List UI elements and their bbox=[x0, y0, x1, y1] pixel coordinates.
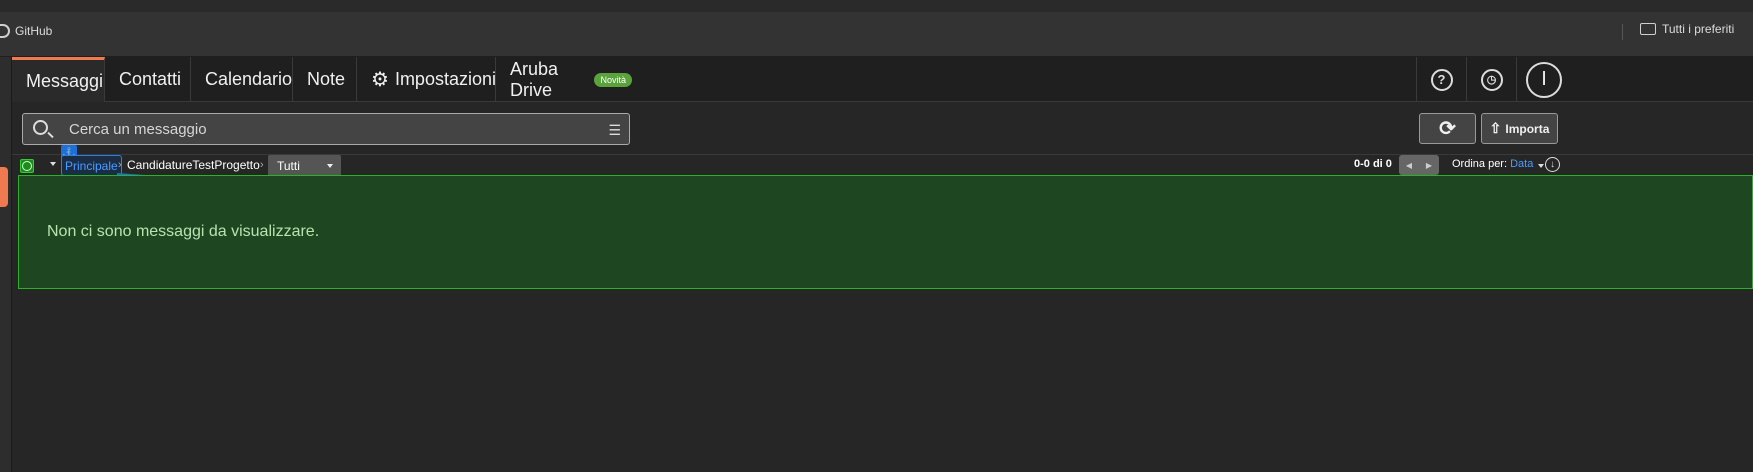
empty-state: Non ci sono messaggi da visualizzare. bbox=[18, 175, 1753, 289]
tab-impostazioni-label: Impostazioni bbox=[394, 69, 496, 89]
history-icon: ◷ bbox=[1480, 68, 1503, 91]
search-box[interactable]: ☰ bbox=[22, 113, 630, 145]
tab-messaggi[interactable]: Messaggi bbox=[12, 57, 105, 102]
chevron-right-icon: › bbox=[118, 159, 122, 171]
address-bar-strip bbox=[0, 0, 1753, 12]
message-counter: 0-0 di 0 bbox=[1354, 158, 1392, 170]
advanced-search-icon[interactable]: ☰ bbox=[608, 122, 621, 139]
empty-message: Non ci sono messaggi da visualizzare. bbox=[47, 223, 320, 240]
prev-page-icon[interactable]: ◀ bbox=[1406, 161, 1412, 170]
search-input[interactable] bbox=[69, 114, 589, 144]
sort-control[interactable]: Ordina per: Data bbox=[1452, 158, 1533, 170]
help-icon: ? bbox=[1430, 68, 1453, 91]
sort-label: Ordina per: bbox=[1452, 158, 1508, 170]
left-rail bbox=[0, 57, 12, 472]
chevron-right-icon: › bbox=[260, 159, 264, 171]
pager: ◀ ▶ bbox=[1399, 155, 1439, 175]
top-navigation: Messaggi Contatti Calendario Note ⚙ Impo… bbox=[12, 57, 1753, 102]
refresh-icon: ⟳ bbox=[1439, 118, 1456, 140]
tab-aruba-drive-label: Aruba Drive bbox=[510, 58, 559, 100]
next-page-icon[interactable]: ▶ bbox=[1426, 161, 1432, 170]
filter-select-value: Tutti bbox=[277, 158, 300, 173]
upload-icon: ⇧ bbox=[1489, 120, 1502, 136]
filter-select[interactable]: Tutti bbox=[268, 155, 341, 176]
bookmark-all-favorites[interactable]: Tutti i preferiti bbox=[1640, 22, 1734, 36]
rail-active-indicator[interactable] bbox=[0, 167, 8, 207]
tab-contatti[interactable]: Contatti bbox=[105, 57, 191, 102]
bookmarks-separator bbox=[1622, 24, 1623, 40]
sort-value[interactable]: Data bbox=[1510, 158, 1533, 170]
target-icon bbox=[20, 159, 34, 173]
toolbar: ☰ ⚓ ⟳ ⇧ Importa bbox=[12, 102, 1753, 161]
tab-calendario[interactable]: Calendario bbox=[191, 57, 293, 102]
tab-calendario-label: Calendario bbox=[205, 69, 293, 89]
tab-aruba-drive[interactable]: Aruba Drive Novità bbox=[496, 57, 646, 102]
help-button[interactable]: ? bbox=[1416, 57, 1466, 102]
sort-direction-icon[interactable]: ↓ bbox=[1545, 157, 1560, 172]
bookmark-github[interactable]: GitHub bbox=[0, 24, 52, 38]
bookmark-favorites-label: Tutti i preferiti bbox=[1662, 22, 1735, 36]
bookmarks-bar: GitHub Tutti i preferiti bbox=[0, 0, 1753, 57]
import-label: Importa bbox=[1505, 121, 1550, 136]
avatar: I bbox=[1526, 61, 1562, 98]
breadcrumb-folder[interactable]: CandidatureTestProgetto bbox=[127, 158, 260, 172]
import-button[interactable]: ⇧ Importa bbox=[1481, 113, 1558, 144]
chevron-down-icon[interactable] bbox=[1538, 164, 1544, 168]
breadcrumb-root[interactable]: Principale bbox=[61, 155, 122, 176]
tab-contatti-label: Contatti bbox=[119, 69, 182, 89]
refresh-button[interactable]: ⟳ bbox=[1419, 113, 1476, 144]
tab-note[interactable]: Note bbox=[293, 57, 357, 102]
mail-app: Messaggi Contatti Calendario Note ⚙ Impo… bbox=[12, 57, 1753, 472]
folder-icon bbox=[1640, 23, 1656, 35]
new-badge: Novità bbox=[594, 72, 632, 87]
github-icon bbox=[0, 24, 10, 38]
breadcrumb: Principale › CandidatureTestProgetto › T… bbox=[12, 155, 1753, 177]
bookmark-github-label: GitHub bbox=[15, 24, 53, 38]
tab-messaggi-label: Messaggi bbox=[26, 70, 104, 91]
gear-icon: ⚙ bbox=[371, 69, 389, 91]
tab-impostazioni[interactable]: ⚙ Impostazioni bbox=[357, 57, 496, 102]
history-button[interactable]: ◷ bbox=[1466, 57, 1516, 102]
chevron-down-icon[interactable] bbox=[50, 162, 56, 166]
search-icon bbox=[33, 120, 48, 135]
account-button[interactable]: I bbox=[1516, 57, 1571, 102]
tab-note-label: Note bbox=[307, 69, 346, 89]
